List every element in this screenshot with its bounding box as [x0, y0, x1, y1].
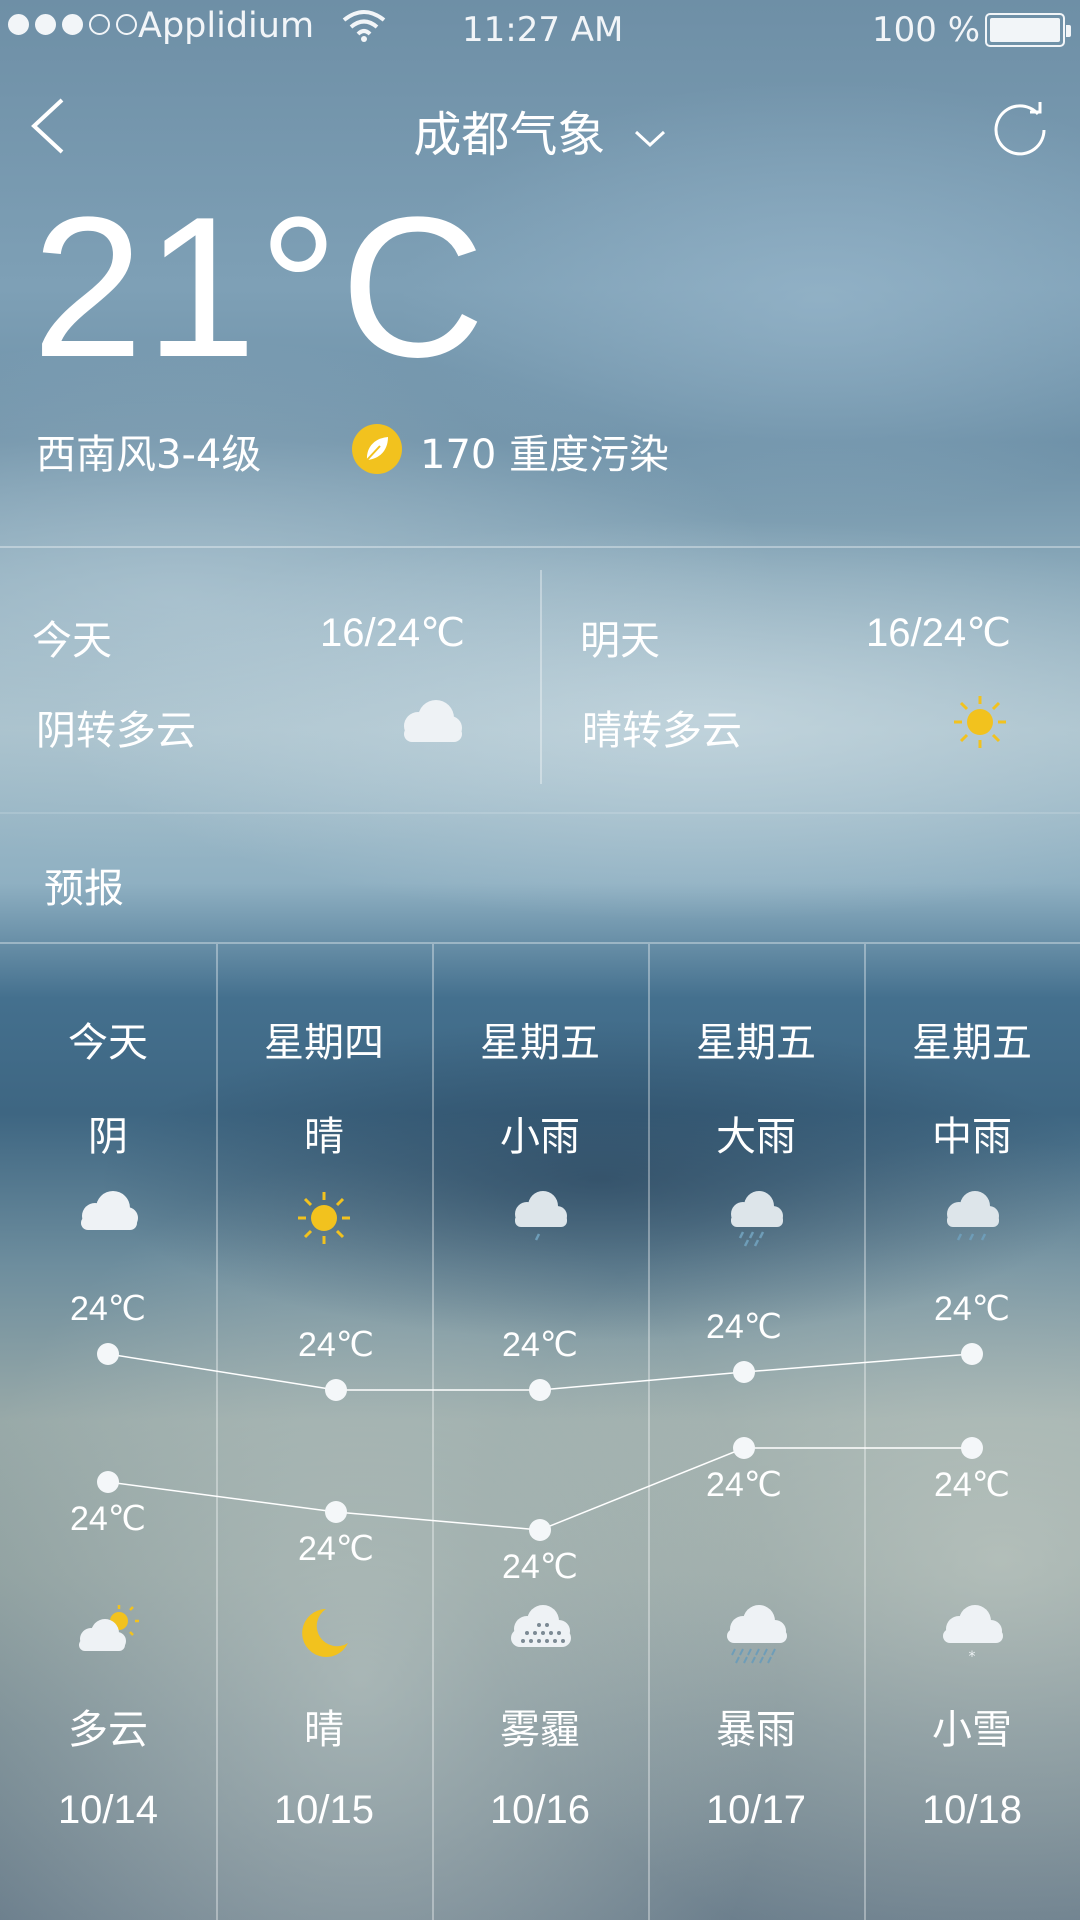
forecast-date: 10/17 — [705, 1788, 807, 1832]
sun-icon — [298, 1192, 350, 1244]
forecast-day-condition: 晴 — [304, 1114, 344, 1160]
tomorrow-condition: 晴转多云 — [582, 708, 742, 754]
low-temp-label: 24℃ — [298, 1530, 374, 1568]
divider — [0, 812, 1080, 814]
forecast-date: 10/14 — [57, 1788, 159, 1832]
high-temp-point — [733, 1361, 755, 1383]
forecast-day-name: 星期五 — [912, 1020, 1032, 1066]
city-title: 成都气象 — [413, 107, 606, 163]
city-selector[interactable]: 成都气象 — [0, 95, 1080, 165]
storm-icon — [727, 1605, 787, 1664]
low-temp-label: 24℃ — [706, 1466, 782, 1504]
high-temp-point — [529, 1379, 551, 1401]
forecast-night-condition: 晴 — [304, 1707, 344, 1753]
svg-text:*: * — [969, 1649, 976, 1665]
signal-dot — [8, 14, 29, 35]
sun-icon — [952, 694, 1008, 754]
temperature-line — [107, 1447, 972, 1531]
forecast-day-name: 星期四 — [264, 1020, 384, 1066]
battery-percent: 100 % — [872, 10, 981, 50]
high-temp-label: 24℃ — [934, 1290, 1010, 1328]
divider — [0, 942, 1080, 944]
high-temp-label: 24℃ — [70, 1290, 146, 1328]
cloudy-icon — [396, 698, 466, 750]
low-temp-point — [325, 1501, 347, 1523]
high-temp-label: 24℃ — [706, 1308, 782, 1346]
forecast-date: 10/16 — [489, 1788, 591, 1832]
signal-dot — [116, 14, 137, 35]
forecast-night-condition: 暴雨 — [716, 1707, 796, 1753]
signal-dot — [62, 14, 83, 35]
forecast-label: 预报 — [44, 866, 124, 912]
air-quality: 170 重度污染 — [420, 432, 670, 478]
status-time: 11:27 AM — [462, 10, 624, 50]
forecast-day-name: 星期五 — [696, 1020, 816, 1066]
wind-info: 西南风3-4级 — [36, 432, 262, 478]
forecast-night-condition: 多云 — [68, 1707, 148, 1753]
forecast-date: 10/18 — [921, 1788, 1023, 1832]
battery-icon — [985, 13, 1071, 47]
high-temp-point — [97, 1343, 119, 1365]
divider — [0, 546, 1080, 548]
forecast-day-condition: 大雨 — [716, 1114, 796, 1160]
carrier-name: Applidium — [138, 6, 315, 46]
high-temp-label: 24℃ — [298, 1326, 374, 1364]
temperature-chart: 24℃ 24℃ 24℃ 24℃ 24℃ 24℃ 24℃ 24℃ 24℃ 24℃ — [70, 1290, 1010, 1586]
moderate-rain-icon — [947, 1191, 999, 1241]
refresh-icon — [994, 102, 1046, 156]
forecast-night-condition: 雾霾 — [500, 1707, 580, 1753]
today-condition: 阴转多云 — [36, 708, 196, 754]
low-temp-label: 24℃ — [70, 1500, 146, 1538]
high-temp-point — [325, 1379, 347, 1401]
low-temp-point — [97, 1471, 119, 1493]
today-range: 16/24℃ — [320, 611, 466, 655]
signal-strength-icon — [8, 14, 137, 35]
wifi-icon — [342, 10, 386, 51]
light-rain-icon — [515, 1191, 567, 1241]
forecast-day-condition: 中雨 — [932, 1114, 1012, 1160]
heavy-rain-icon — [731, 1191, 783, 1247]
current-temperature: 21°C — [32, 176, 487, 399]
low-temp-point — [961, 1437, 983, 1459]
signal-dot — [89, 14, 110, 35]
refresh-button[interactable] — [990, 98, 1050, 162]
signal-dot — [35, 14, 56, 35]
partly-cloudy-icon — [79, 1605, 139, 1651]
divider — [540, 570, 542, 784]
tomorrow-label: 明天 — [580, 618, 660, 664]
tomorrow-range: 16/24℃ — [866, 611, 1012, 655]
high-temp-label: 24℃ — [502, 1326, 578, 1364]
high-temp-point — [961, 1343, 983, 1365]
status-bar: Applidium 11:27 AM 100 % — [0, 0, 1080, 60]
battery-fill — [990, 18, 1060, 42]
low-temp-point — [733, 1437, 755, 1459]
forecast-date: 10/15 — [273, 1788, 375, 1832]
moon-icon — [302, 1609, 348, 1657]
forecast-day-condition: 阴 — [88, 1114, 128, 1160]
forecast-day-condition: 小雨 — [500, 1114, 580, 1160]
chevron-down-icon — [634, 130, 665, 148]
low-temp-point — [529, 1519, 551, 1541]
haze-icon — [511, 1605, 571, 1647]
low-temp-label: 24℃ — [502, 1548, 578, 1586]
low-temp-label: 24℃ — [934, 1466, 1010, 1504]
light-snow-icon: * — [943, 1605, 1003, 1665]
leaf-icon — [352, 424, 402, 474]
forecast-day-name: 星期五 — [480, 1020, 600, 1066]
forecast-night-condition: 小雪 — [932, 1707, 1012, 1753]
cloudy-icon — [81, 1191, 138, 1230]
forecast-day-name: 今天 — [68, 1020, 148, 1066]
today-label: 今天 — [32, 618, 112, 664]
